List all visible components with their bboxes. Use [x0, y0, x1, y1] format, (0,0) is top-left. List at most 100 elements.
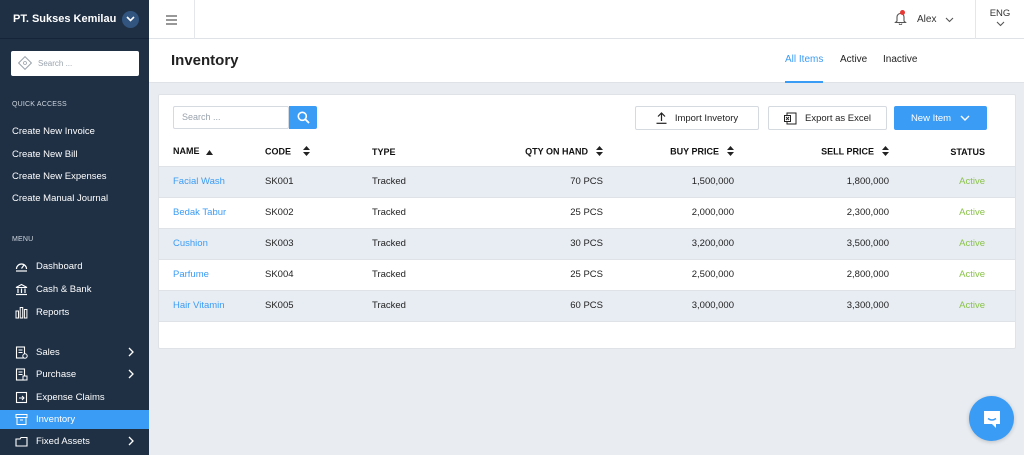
- table-row[interactable]: Cushion SK003 Tracked 30 PCS 3,200,000 3…: [159, 228, 1015, 260]
- tab-active[interactable]: Active: [840, 54, 867, 83]
- sort-icon: [596, 145, 603, 158]
- column-header-label: BUY PRICE: [670, 146, 719, 157]
- sidebar: PT. Sukses Kemilau Search ... QUICK ACCE…: [0, 0, 149, 455]
- item-buy-price: 2,000,000: [603, 197, 734, 229]
- company-switcher[interactable]: PT. Sukses Kemilau: [0, 0, 149, 39]
- column-header-status: STATUS: [889, 138, 1015, 167]
- column-header-sell-price[interactable]: SELL PRICE: [734, 138, 889, 167]
- search-icon: [297, 111, 310, 124]
- item-name-link[interactable]: Cushion: [159, 228, 265, 260]
- sidebar-item-dashboard[interactable]: Dashboard: [0, 257, 149, 276]
- chevron-down-icon: [960, 115, 970, 121]
- table-row[interactable]: Facial Wash SK001 Tracked 70 PCS 1,500,0…: [159, 166, 1015, 198]
- item-name-link[interactable]: Facial Wash: [159, 166, 265, 198]
- sidebar-search[interactable]: Search ...: [11, 51, 139, 76]
- language-selector[interactable]: ENG: [975, 0, 1024, 39]
- item-buy-price: 1,500,000: [603, 166, 734, 198]
- column-header-label: NAME: [173, 146, 200, 157]
- column-header-buy-price[interactable]: BUY PRICE: [603, 138, 734, 167]
- chat-button[interactable]: [969, 396, 1014, 441]
- tab-inactive[interactable]: Inactive: [883, 54, 917, 83]
- item-qty: 70 PCS: [440, 166, 603, 198]
- import-inventory-button[interactable]: Import Invetory: [635, 106, 759, 130]
- new-item-label: New Item: [910, 112, 952, 124]
- column-header-label: SELL PRICE: [821, 146, 874, 157]
- sidebar-item-label: Fixed Assets: [36, 436, 90, 447]
- item-type: Tracked: [372, 197, 440, 229]
- quick-link-new-bill[interactable]: Create New Bill: [12, 149, 77, 160]
- status-badge: Active: [889, 228, 1015, 260]
- table-row[interactable]: Parfume SK004 Tracked 25 PCS 2,500,000 2…: [159, 259, 1015, 291]
- table-row[interactable]: Bedak Tabur SK002 Tracked 25 PCS 2,000,0…: [159, 197, 1015, 229]
- item-name-link[interactable]: Hair Vitamin: [159, 290, 265, 322]
- sidebar-item-cash-bank[interactable]: Cash & Bank: [0, 280, 149, 299]
- sidebar-item-fixed-assets[interactable]: Fixed Assets: [0, 432, 149, 451]
- sidebar-item-inventory[interactable]: Inventory: [0, 410, 149, 429]
- sidebar-item-label: Cash & Bank: [36, 284, 92, 295]
- item-name-link[interactable]: Bedak Tabur: [159, 197, 265, 229]
- status-badge: Active: [889, 197, 1015, 229]
- item-qty: 30 PCS: [440, 228, 603, 260]
- item-name-link[interactable]: Parfume: [159, 259, 265, 291]
- page-title: Inventory: [171, 52, 239, 69]
- sidebar-item-reports[interactable]: Reports: [0, 303, 149, 322]
- sort-icon: [303, 145, 311, 158]
- sidebar-item-label: Reports: [36, 307, 70, 318]
- item-code: SK001: [265, 166, 372, 198]
- status-badge: Active: [889, 259, 1015, 291]
- sidebar-item-purchase[interactable]: Purchase: [0, 365, 149, 384]
- search-button[interactable]: [289, 106, 317, 129]
- column-header-label: CODE: [265, 146, 292, 157]
- menu-title: MENU: [12, 236, 34, 243]
- table-header-row: NAME CODE TYPE QTY ON HAND BUY PRICE SEL…: [159, 138, 1015, 167]
- chevron-down-icon[interactable]: [122, 10, 139, 28]
- item-code: SK002: [265, 197, 372, 229]
- quick-link-manual-journal[interactable]: Create Manual Journal: [12, 193, 108, 204]
- column-header-code[interactable]: CODE: [265, 138, 372, 167]
- sidebar-item-label: Purchase: [36, 369, 77, 380]
- new-item-button[interactable]: New Item: [894, 106, 987, 130]
- item-type: Tracked: [372, 228, 440, 260]
- chevron-down-icon: [945, 17, 954, 23]
- search-input[interactable]: Search ...: [173, 106, 289, 129]
- excel-icon: [784, 112, 797, 125]
- quick-link-new-invoice[interactable]: Create New Invoice: [12, 126, 95, 137]
- quick-link-new-expenses[interactable]: Create New Expenses: [12, 171, 107, 182]
- status-badge: Active: [889, 290, 1015, 322]
- bank-icon: [14, 283, 28, 297]
- table-row[interactable]: Hair Vitamin SK005 Tracked 60 PCS 3,000,…: [159, 290, 1015, 322]
- export-excel-button[interactable]: Export as Excel: [768, 106, 887, 130]
- column-header-label: QTY ON HAND: [525, 146, 588, 157]
- sidebar-search-placeholder: Search ...: [38, 59, 73, 68]
- sidebar-item-label: Inventory: [36, 414, 76, 425]
- status-badge: Active: [889, 166, 1015, 198]
- chevron-right-icon: [128, 347, 134, 360]
- sidebar-item-label: Expense Claims: [36, 392, 105, 403]
- fixed-assets-icon: [14, 435, 28, 449]
- sidebar-item-sales[interactable]: Sales: [0, 343, 149, 362]
- user-menu[interactable]: Alex: [894, 0, 954, 39]
- chat-icon: [981, 408, 1003, 430]
- inventory-table: NAME CODE TYPE QTY ON HAND BUY PRICE SEL…: [159, 138, 1015, 322]
- user-name: Alex: [917, 14, 937, 25]
- chevron-right-icon: [128, 369, 134, 382]
- tab-all-items[interactable]: All Items: [785, 54, 824, 83]
- sort-icon: [882, 145, 889, 158]
- item-type: Tracked: [372, 259, 440, 291]
- item-sell-price: 2,800,000: [734, 259, 889, 291]
- search-icon: [17, 55, 33, 72]
- item-sell-price: 3,500,000: [734, 228, 889, 260]
- column-header-name[interactable]: NAME: [159, 138, 265, 167]
- hamburger-menu-icon[interactable]: [149, 0, 195, 39]
- item-sell-price: 1,800,000: [734, 166, 889, 198]
- sidebar-item-label: Dashboard: [36, 261, 83, 272]
- sidebar-item-expense-claims[interactable]: Expense Claims: [0, 388, 149, 407]
- bell-icon[interactable]: [894, 10, 907, 28]
- item-buy-price: 3,200,000: [603, 228, 734, 260]
- expense-claims-icon: [14, 391, 28, 405]
- column-header-qty[interactable]: QTY ON HAND: [440, 138, 603, 167]
- chevron-right-icon: [128, 436, 134, 449]
- language-label: ENG: [989, 8, 1011, 19]
- inventory-icon: [14, 413, 28, 427]
- item-sell-price: 3,300,000: [734, 290, 889, 322]
